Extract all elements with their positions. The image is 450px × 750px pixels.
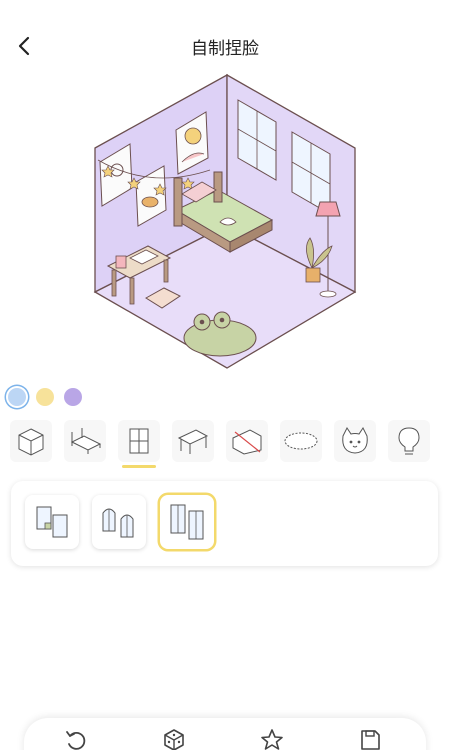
option-tall-windows[interactable]	[160, 495, 214, 549]
cat-face-icon	[342, 427, 368, 454]
tall-windows-icon	[170, 504, 204, 540]
category-pet[interactable]	[334, 420, 376, 462]
dice-icon	[164, 729, 184, 750]
no-wallpaper-icon	[232, 429, 262, 455]
lightbulb-icon	[398, 427, 420, 455]
selected-underline	[122, 465, 156, 468]
undo-button[interactable]	[64, 728, 88, 750]
rug-icon	[284, 432, 318, 450]
random-button[interactable]	[162, 728, 186, 750]
swatch-yellow[interactable]	[36, 388, 54, 406]
category-window[interactable]	[118, 420, 160, 468]
bed-icon	[70, 428, 102, 454]
window-with-plant-icon	[36, 506, 68, 538]
save-icon	[361, 730, 380, 750]
option-window-plant[interactable]	[25, 495, 79, 549]
cube-icon	[18, 428, 44, 456]
favorite-button[interactable]	[260, 728, 284, 750]
star-icon	[261, 729, 283, 750]
table-icon	[177, 429, 209, 454]
category-room[interactable]	[10, 420, 52, 462]
swatch-purple[interactable]	[64, 388, 82, 406]
color-swatches	[8, 388, 82, 406]
category-rug[interactable]	[280, 420, 322, 462]
category-light[interactable]	[388, 420, 430, 462]
page-title: 自制捏脸	[191, 39, 259, 59]
room-preview	[90, 70, 362, 370]
save-button[interactable]	[358, 728, 382, 750]
undo-icon	[66, 731, 86, 750]
category-table[interactable]	[172, 420, 214, 462]
bottom-toolbar	[24, 718, 426, 750]
category-bed[interactable]	[64, 420, 106, 462]
window-icon	[129, 428, 149, 454]
item-panel	[11, 481, 438, 566]
option-arched-windows[interactable]	[92, 495, 146, 549]
swatch-blue[interactable]	[8, 388, 26, 406]
category-wallpaper[interactable]	[226, 420, 268, 462]
category-row	[10, 420, 450, 470]
room-illustration	[93, 73, 357, 369]
arched-windows-icon	[102, 508, 134, 538]
